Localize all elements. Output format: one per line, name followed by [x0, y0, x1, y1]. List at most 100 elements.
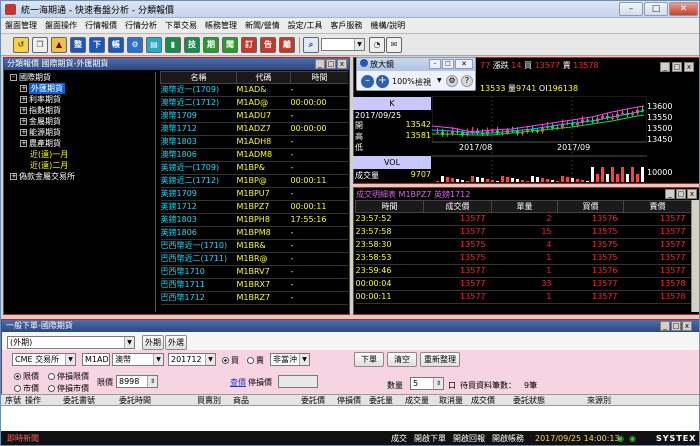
quote-row[interactable]: 巴西幣1712 M1BRZ7-	[160, 291, 348, 305]
order-icon[interactable]: 訂	[241, 37, 257, 53]
expand-icon[interactable]: -	[10, 74, 17, 81]
quote-row[interactable]: 巴西幣1711 M1BRX7-	[160, 278, 348, 292]
search-icon[interactable]: ⌕	[303, 37, 319, 53]
zoom-settings-icon[interactable]: ⚙	[446, 75, 458, 87]
zoom-min-button[interactable]: –	[429, 59, 441, 69]
trades-scrollbar[interactable]	[691, 200, 699, 312]
tech-icon[interactable]: 技	[184, 37, 200, 53]
quote-col-header[interactable]: 名稱	[160, 71, 237, 84]
menu-item-1[interactable]: 盤面操作	[41, 18, 81, 34]
trade-col-header[interactable]: 單量	[491, 200, 558, 213]
menu-item-9[interactable]: 機構/說明	[366, 18, 409, 34]
close-button[interactable]: ✕	[669, 2, 698, 16]
trades-min-button[interactable]: _	[665, 189, 675, 199]
quote-row[interactable]: 巴西幣近一(1710) M1BR& -	[160, 239, 348, 253]
menu-item-0[interactable]: 盤面管理	[1, 18, 41, 34]
chart-min-button[interactable]: _	[660, 62, 670, 72]
message-icon[interactable]: ✉	[386, 37, 402, 53]
tree-node[interactable]: + 能源期貨	[8, 127, 155, 138]
trades-restore-button[interactable]: □	[676, 189, 686, 199]
limit-radio[interactable]: 限價	[14, 371, 39, 382]
menu-item-6[interactable]: 新聞/營情	[241, 18, 284, 34]
menu-item-4[interactable]: 下單交易	[161, 18, 201, 34]
quote-row[interactable]: 巴西幣近二(1711) M1BR@ -	[160, 252, 348, 266]
quote-row[interactable]: 澳幣1803 M1ADH8-	[160, 135, 348, 149]
expand-icon[interactable]: +	[20, 107, 27, 114]
chart-restore-button[interactable]: □	[672, 62, 682, 72]
status-open-account[interactable]: 開啟帳務	[492, 431, 524, 445]
panel-min-button[interactable]: _	[315, 59, 325, 69]
tree-node[interactable]: + 外匯期貨	[8, 83, 155, 94]
trade-col-header[interactable]: 時間	[355, 200, 424, 213]
toolbar-search-input[interactable]: ▼	[321, 38, 365, 51]
quote-row[interactable]: 英鎊近一(1709) M1BP& -	[160, 161, 348, 175]
zoom-in-icon[interactable]: +	[376, 75, 389, 88]
tree-node[interactable]: 近(遠)二月	[8, 160, 155, 171]
quote-row[interactable]: 英鎊1712 M1BPZ7 00:00:11	[160, 200, 348, 214]
stop-market-radio[interactable]: 停損市價	[48, 383, 89, 394]
minimize-button[interactable]: –	[619, 2, 643, 16]
down-icon[interactable]: 下	[89, 37, 105, 53]
exchange-select[interactable]: CME 交易所 ▼	[12, 353, 76, 366]
menu-item-8[interactable]: 客戶服務	[326, 18, 366, 34]
expand-icon[interactable]: +	[20, 85, 27, 92]
buy-radio[interactable]: 買	[222, 355, 239, 366]
menu-item-3[interactable]: 行情分析	[121, 18, 161, 34]
zoom-out-icon[interactable]: –	[361, 75, 374, 88]
period-icon[interactable]: 期	[203, 37, 219, 53]
trades-close-button[interactable]: x	[687, 189, 697, 199]
status-open-order[interactable]: 開啟下單	[414, 431, 446, 445]
new-icon[interactable]: ❐	[32, 37, 48, 53]
tree-node[interactable]: + 農產期貨	[8, 138, 155, 149]
sell-radio[interactable]: 賣	[247, 355, 264, 366]
query-price-link[interactable]: 查價	[230, 377, 246, 388]
trade-col-header[interactable]: 成交價	[423, 200, 492, 213]
rise-icon[interactable]: ▲	[51, 37, 67, 53]
quote-row[interactable]: 英鎊1709 M1BPU7-	[160, 187, 348, 201]
refresh-button[interactable]: 重新整理	[420, 352, 460, 367]
gear-icon[interactable]: ⚙	[127, 37, 143, 53]
menu-item-5[interactable]: 帳務管理	[201, 18, 241, 34]
panel-restore-button[interactable]: □	[326, 59, 336, 69]
symbol-name-select[interactable]: 澳幣 ▼	[112, 353, 164, 366]
expand-icon[interactable]: +	[10, 173, 17, 180]
order-min-button[interactable]: _	[660, 321, 670, 331]
leave-icon[interactable]: 離	[279, 37, 295, 53]
price-input[interactable]: 8998 ⇕	[116, 375, 158, 388]
analysis-icon[interactable]: ▮	[165, 37, 181, 53]
clear-button[interactable]: 清空	[387, 352, 417, 367]
offset-select[interactable]: 非當沖 ▼	[270, 353, 310, 366]
tree-node[interactable]: 近(遠)一月	[8, 149, 155, 160]
quote-row[interactable]: 英鎊1803 M1BPH8 17:55:16	[160, 213, 348, 227]
expand-icon[interactable]: +	[20, 96, 27, 103]
zoom-close-button[interactable]: ✕	[455, 59, 473, 69]
quote-row[interactable]: 英鎊1806 M1BPM8-	[160, 226, 348, 240]
announce-icon[interactable]: 告	[260, 37, 276, 53]
order-restore-button[interactable]: □	[671, 321, 681, 331]
quote-row[interactable]: 澳幣1806 M1ADM8-	[160, 148, 348, 162]
panel-close-button[interactable]: x	[337, 59, 347, 69]
tree-node[interactable]: + 金屬期貨	[8, 116, 155, 127]
maximize-button[interactable]: □	[644, 2, 668, 16]
quote-row[interactable]: 澳幣1709 M1ADU7-	[160, 109, 348, 123]
tree-node[interactable]: + 指數期貨	[8, 105, 155, 116]
order-close-button[interactable]: x	[682, 321, 692, 331]
quote-row[interactable]: 英鎊近二(1712) M1BP@ 00:00:11	[160, 174, 348, 188]
expand-icon[interactable]: +	[20, 118, 27, 125]
symbol-input[interactable]: M1AD	[82, 353, 110, 366]
tree-node[interactable]: + 利率期貨	[8, 94, 155, 105]
whole-icon[interactable]: 整	[70, 37, 86, 53]
tree-node[interactable]: - 國際期貨	[8, 72, 155, 83]
menu-item-2[interactable]: 行情報價	[81, 18, 121, 34]
expand-icon[interactable]: +	[20, 129, 27, 136]
quote-row[interactable]: 澳幣近二(1712) M1AD@ 00:00:00	[160, 96, 348, 110]
zoom-mode-select[interactable]: 檢視	[415, 77, 431, 88]
chat-icon[interactable]: ◔	[369, 37, 385, 53]
zoom-help-icon[interactable]: ?	[461, 75, 473, 87]
place-order-button[interactable]: 下單	[354, 352, 384, 367]
quote-row[interactable]: 巴西幣1710 M1BRV7-	[160, 265, 348, 279]
trade-col-header[interactable]: 賣價	[623, 200, 691, 213]
tab-outer[interactable]: 外選	[165, 335, 187, 350]
account-icon[interactable]: 帳	[108, 37, 124, 53]
tab-foreign[interactable]: 外期	[142, 335, 164, 350]
